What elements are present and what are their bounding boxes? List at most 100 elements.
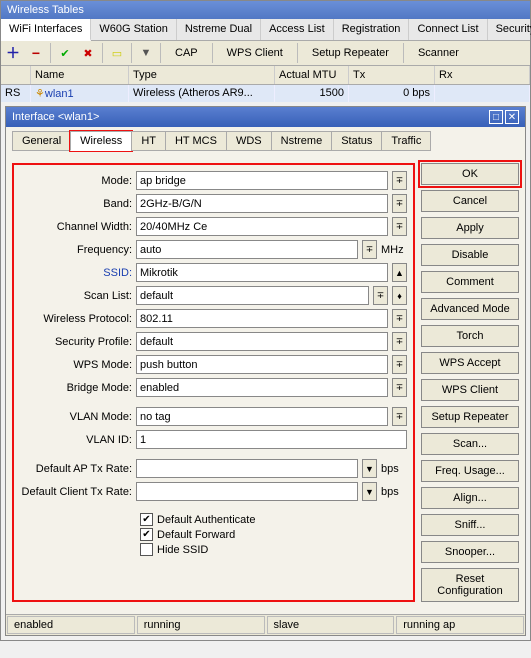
tab-ht[interactable]: HT	[131, 131, 166, 151]
tab-w60g[interactable]: W60G Station	[91, 19, 176, 40]
deffwd-label: Default Forward	[157, 529, 235, 541]
form-area: Mode:ap bridge∓ Band:2GHz-B/G/N∓ Channel…	[12, 163, 415, 602]
wps-client-button[interactable]: WPS Client	[216, 42, 294, 64]
bps-unit2: bps	[381, 486, 407, 498]
tab-registration[interactable]: Registration	[334, 19, 410, 40]
disable-button[interactable]: Disable	[421, 244, 519, 266]
cell-tx: 0 bps	[349, 85, 435, 102]
col-flag[interactable]	[1, 66, 31, 84]
ssid-label[interactable]: SSID:	[20, 267, 132, 279]
vlanm-label: VLAN Mode:	[20, 411, 132, 423]
freq-usage-button[interactable]: Freq. Usage...	[421, 460, 519, 482]
brm-input[interactable]: enabled	[136, 378, 388, 397]
secp-input[interactable]: default	[136, 332, 388, 351]
defauth-checkbox[interactable]: ✔	[140, 513, 153, 526]
col-rx[interactable]: Rx	[435, 66, 530, 84]
snooper-button[interactable]: Snooper...	[421, 541, 519, 563]
daptx-input[interactable]	[136, 459, 358, 478]
wps-client-button[interactable]: WPS Client	[421, 379, 519, 401]
dcltx-expand[interactable]: ▼	[362, 482, 377, 501]
deffwd-checkbox[interactable]: ✔	[140, 528, 153, 541]
band-dropdown[interactable]: ∓	[392, 194, 407, 213]
hssid-label: Hide SSID	[157, 544, 208, 556]
tab-wds[interactable]: WDS	[226, 131, 272, 151]
disable-button[interactable]: ✖	[77, 42, 99, 64]
cell-rx	[435, 85, 530, 102]
scan-label: Scan List:	[20, 290, 132, 302]
daptx-expand[interactable]: ▼	[362, 459, 377, 478]
tab-nstreme[interactable]: Nstreme	[271, 131, 333, 151]
comment-button[interactable]: ▭	[106, 42, 128, 64]
separator	[160, 43, 161, 63]
cell-mtu: 1500	[275, 85, 349, 102]
band-input[interactable]: 2GHz-B/G/N	[136, 194, 388, 213]
ssid-input[interactable]: Mikrotik	[136, 263, 388, 282]
col-tx[interactable]: Tx	[349, 66, 435, 84]
wproto-dropdown[interactable]: ∓	[392, 309, 407, 328]
freq-dropdown[interactable]: ∓	[362, 240, 377, 259]
torch-button[interactable]: Torch	[421, 325, 519, 347]
scan-input[interactable]: default	[136, 286, 369, 305]
tab-access-list[interactable]: Access List	[261, 19, 334, 40]
cell-flag: RS	[1, 85, 31, 102]
secp-dropdown[interactable]: ∓	[392, 332, 407, 351]
remove-button[interactable]: −	[25, 42, 47, 64]
add-button[interactable]: ＋	[2, 42, 24, 64]
setup-repeater-button[interactable]: Setup Repeater	[301, 42, 400, 64]
hssid-checkbox[interactable]	[140, 543, 153, 556]
mode-dropdown[interactable]: ∓	[392, 171, 407, 190]
wps-accept-button[interactable]: WPS Accept	[421, 352, 519, 374]
col-name[interactable]: Name	[31, 66, 129, 84]
apply-button[interactable]: Apply	[421, 217, 519, 239]
dcltx-input[interactable]	[136, 482, 358, 501]
wpsm-dropdown[interactable]: ∓	[392, 355, 407, 374]
align-button[interactable]: Align...	[421, 487, 519, 509]
tab-traffic[interactable]: Traffic	[381, 131, 431, 151]
tab-general[interactable]: General	[12, 131, 71, 151]
advanced-mode-button[interactable]: Advanced Mode	[421, 298, 519, 320]
scan-dropdown[interactable]: ∓	[373, 286, 388, 305]
wproto-input[interactable]: 802.11	[136, 309, 388, 328]
cap-button[interactable]: CAP	[164, 42, 209, 64]
table-row[interactable]: RS ⚘wlan1 Wireless (Atheros AR9... 1500 …	[1, 85, 530, 102]
bps-unit: bps	[381, 463, 407, 475]
tab-wifi-interfaces[interactable]: WiFi Interfaces	[1, 19, 91, 41]
wireless-tables-window: Wireless Tables WiFi Interfaces W60G Sta…	[0, 0, 531, 641]
reset-config-button[interactable]: Reset Configuration	[421, 568, 519, 602]
vlanid-input[interactable]: 1	[136, 430, 407, 449]
brm-dropdown[interactable]: ∓	[392, 378, 407, 397]
mode-input[interactable]: ap bridge	[136, 171, 388, 190]
tab-connect-list[interactable]: Connect List	[409, 19, 487, 40]
close-icon[interactable]: ✕	[505, 110, 519, 124]
cancel-button[interactable]: Cancel	[421, 190, 519, 212]
comment-button[interactable]: Comment	[421, 271, 519, 293]
tab-wireless[interactable]: Wireless	[70, 131, 132, 151]
filter-button[interactable]: ▼	[135, 42, 157, 64]
brm-label: Bridge Mode:	[20, 382, 132, 394]
ok-button[interactable]: OK	[421, 163, 519, 185]
status-running-ap: running ap	[396, 616, 524, 634]
scan-updown[interactable]: ♦	[392, 286, 407, 305]
vlanm-input[interactable]: no tag	[136, 407, 388, 426]
tab-status[interactable]: Status	[331, 131, 382, 151]
freq-unit: MHz	[381, 244, 407, 256]
vlanm-dropdown[interactable]: ∓	[392, 407, 407, 426]
sniff-button[interactable]: Sniff...	[421, 514, 519, 536]
chw-dropdown[interactable]: ∓	[392, 217, 407, 236]
freq-input[interactable]: auto	[136, 240, 358, 259]
status-bar: enabled running slave running ap	[6, 614, 525, 635]
scanner-button[interactable]: Scanner	[407, 42, 470, 64]
vlanid-label: VLAN ID:	[20, 434, 132, 446]
tab-htmcs[interactable]: HT MCS	[165, 131, 227, 151]
col-mtu[interactable]: Actual MTU	[275, 66, 349, 84]
minimize-icon[interactable]: □	[489, 110, 503, 124]
setup-repeater-button[interactable]: Setup Repeater	[421, 406, 519, 428]
scan-button[interactable]: Scan...	[421, 433, 519, 455]
ssid-collapse[interactable]: ▲	[392, 263, 407, 282]
enable-button[interactable]: ✔	[54, 42, 76, 64]
tab-nstreme-dual[interactable]: Nstreme Dual	[177, 19, 261, 40]
chw-input[interactable]: 20/40MHz Ce	[136, 217, 388, 236]
tab-security-profiles[interactable]: Security Profiles	[488, 19, 531, 40]
wpsm-input[interactable]: push button	[136, 355, 388, 374]
col-type[interactable]: Type	[129, 66, 275, 84]
